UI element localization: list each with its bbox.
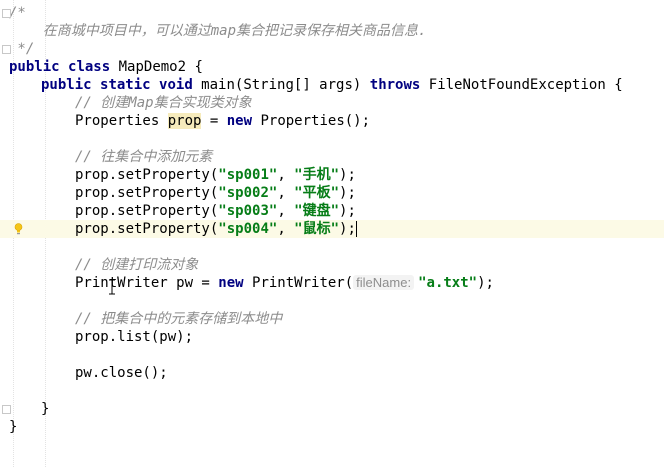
comment-line: // 把集合中的元素存储到本地中 — [75, 311, 283, 327]
exception-type: FileNotFoundException { — [420, 77, 623, 93]
code-line[interactable]: public class MapDemo2 { — [0, 58, 664, 76]
code-line[interactable]: */ — [0, 40, 664, 58]
lightbulb-icon[interactable] — [14, 223, 23, 235]
keyword: new — [226, 113, 253, 129]
text-caret — [355, 221, 357, 237]
set-property-call: prop.setProperty("sp004", "鼠标"); — [75, 220, 357, 238]
code-line[interactable]: } — [0, 418, 664, 436]
call-end: ); — [339, 167, 356, 183]
class-declaration: public class MapDemo2 { — [9, 58, 203, 76]
separator: , — [277, 203, 295, 219]
fold-toggle[interactable] — [2, 45, 11, 54]
comment-line: // 往集合中添加元素 — [75, 149, 213, 165]
constructor-call: PrintWriter( — [243, 275, 354, 291]
method-signature: main(String[] args) — [192, 77, 370, 93]
separator: , — [277, 221, 295, 237]
set-property-call: prop.setProperty("sp003", "键盘"); — [75, 202, 356, 220]
comment-line: // 创建打印流对象 — [75, 257, 199, 273]
constructor-call: Properties(); — [252, 113, 371, 129]
keyword: public — [41, 77, 92, 93]
code-editor[interactable]: /* 在商城中项目中，可以通过map集合把记录保存相关商品信息. */ publ… — [0, 0, 664, 467]
type-name: Properties — [75, 113, 168, 129]
code-line[interactable]: // 把集合中的元素存储到本地中 — [0, 310, 664, 328]
code-line[interactable]: // 创建打印流对象 — [0, 256, 664, 274]
separator: , — [277, 167, 295, 183]
class-close-brace: } — [9, 419, 18, 435]
set-property-call: prop.setProperty("sp001", "手机"); — [75, 166, 356, 184]
keyword: class — [68, 59, 111, 75]
code-line[interactable]: pw.close(); — [0, 364, 664, 382]
method-call: prop.setProperty( — [75, 221, 219, 237]
call-end: ); — [477, 275, 494, 291]
comment-open: /* — [9, 5, 26, 21]
string-literal: "平板" — [294, 185, 340, 201]
operator: = — [201, 113, 227, 129]
code-line[interactable]: Properties prop = new Properties(); — [0, 112, 664, 130]
method-call: prop.setProperty( — [75, 203, 219, 219]
call-end: ); — [339, 221, 356, 237]
comment-line: // 创建Map集合实现类对象 — [75, 95, 252, 111]
separator: , — [277, 185, 295, 201]
code-line[interactable]: prop.setProperty("sp001", "手机"); — [0, 166, 664, 184]
method-call: prop.setProperty( — [75, 185, 219, 201]
keyword: void — [159, 77, 193, 93]
properties-statement: Properties prop = new Properties(); — [75, 112, 370, 130]
fold-toggle[interactable] — [2, 9, 11, 18]
string-literal: "sp003" — [218, 203, 278, 219]
variable-prop-highlighted[interactable]: prop — [167, 113, 202, 129]
code-line[interactable]: prop.list(pw); — [0, 328, 664, 346]
string-literal: "a.txt" — [418, 275, 478, 291]
string-literal: "sp001" — [218, 167, 278, 183]
list-call: prop.list(pw); — [75, 329, 194, 345]
keyword: public — [9, 59, 60, 75]
string-literal: "手机" — [294, 167, 340, 183]
code-line[interactable]: // 创建Map集合实现类对象 — [0, 94, 664, 112]
current-code-line[interactable]: prop.setProperty("sp004", "鼠标"); — [0, 220, 664, 238]
keyword: new — [218, 275, 244, 291]
parameter-hint: fileName: — [353, 275, 415, 290]
method-close-brace: } — [41, 401, 50, 417]
code-line[interactable]: /* — [0, 4, 664, 22]
string-literal: "sp002" — [218, 185, 278, 201]
code-line[interactable]: prop.setProperty("sp002", "平板"); — [0, 184, 664, 202]
class-name: MapDemo2 { — [110, 59, 203, 75]
call-end: ); — [339, 185, 356, 201]
text-cursor-icon — [109, 279, 115, 295]
string-literal: "sp004" — [218, 221, 278, 237]
fold-toggle[interactable] — [2, 405, 11, 414]
close-call: pw.close(); — [75, 365, 168, 381]
code-line[interactable]: prop.setProperty("sp003", "键盘"); — [0, 202, 664, 220]
printwriter-statement: PrintWriter pw = new PrintWriter(fileNam… — [75, 274, 494, 292]
keyword: static — [100, 77, 151, 93]
method-declaration: public static void main(String[] args) t… — [41, 76, 623, 94]
code-line[interactable]: public static void main(String[] args) t… — [0, 76, 664, 94]
comment-close: */ — [9, 41, 35, 57]
code-line[interactable]: } — [0, 400, 664, 418]
comment-body: 在商城中项目中，可以通过map集合把记录保存相关商品信息. — [9, 23, 427, 39]
method-call: prop.setProperty( — [75, 167, 219, 183]
call-end: ); — [339, 203, 356, 219]
code-line[interactable]: // 往集合中添加元素 — [0, 148, 664, 166]
code-line[interactable]: PrintWriter pw = new PrintWriter(fileNam… — [0, 274, 664, 292]
string-literal: "鼠标" — [294, 221, 340, 237]
string-literal: "键盘" — [294, 203, 340, 219]
set-property-call: prop.setProperty("sp002", "平板"); — [75, 184, 356, 202]
keyword: throws — [369, 77, 421, 93]
code-line[interactable]: 在商城中项目中，可以通过map集合把记录保存相关商品信息. — [0, 22, 664, 40]
declaration: PrintWriter pw = — [75, 275, 219, 291]
